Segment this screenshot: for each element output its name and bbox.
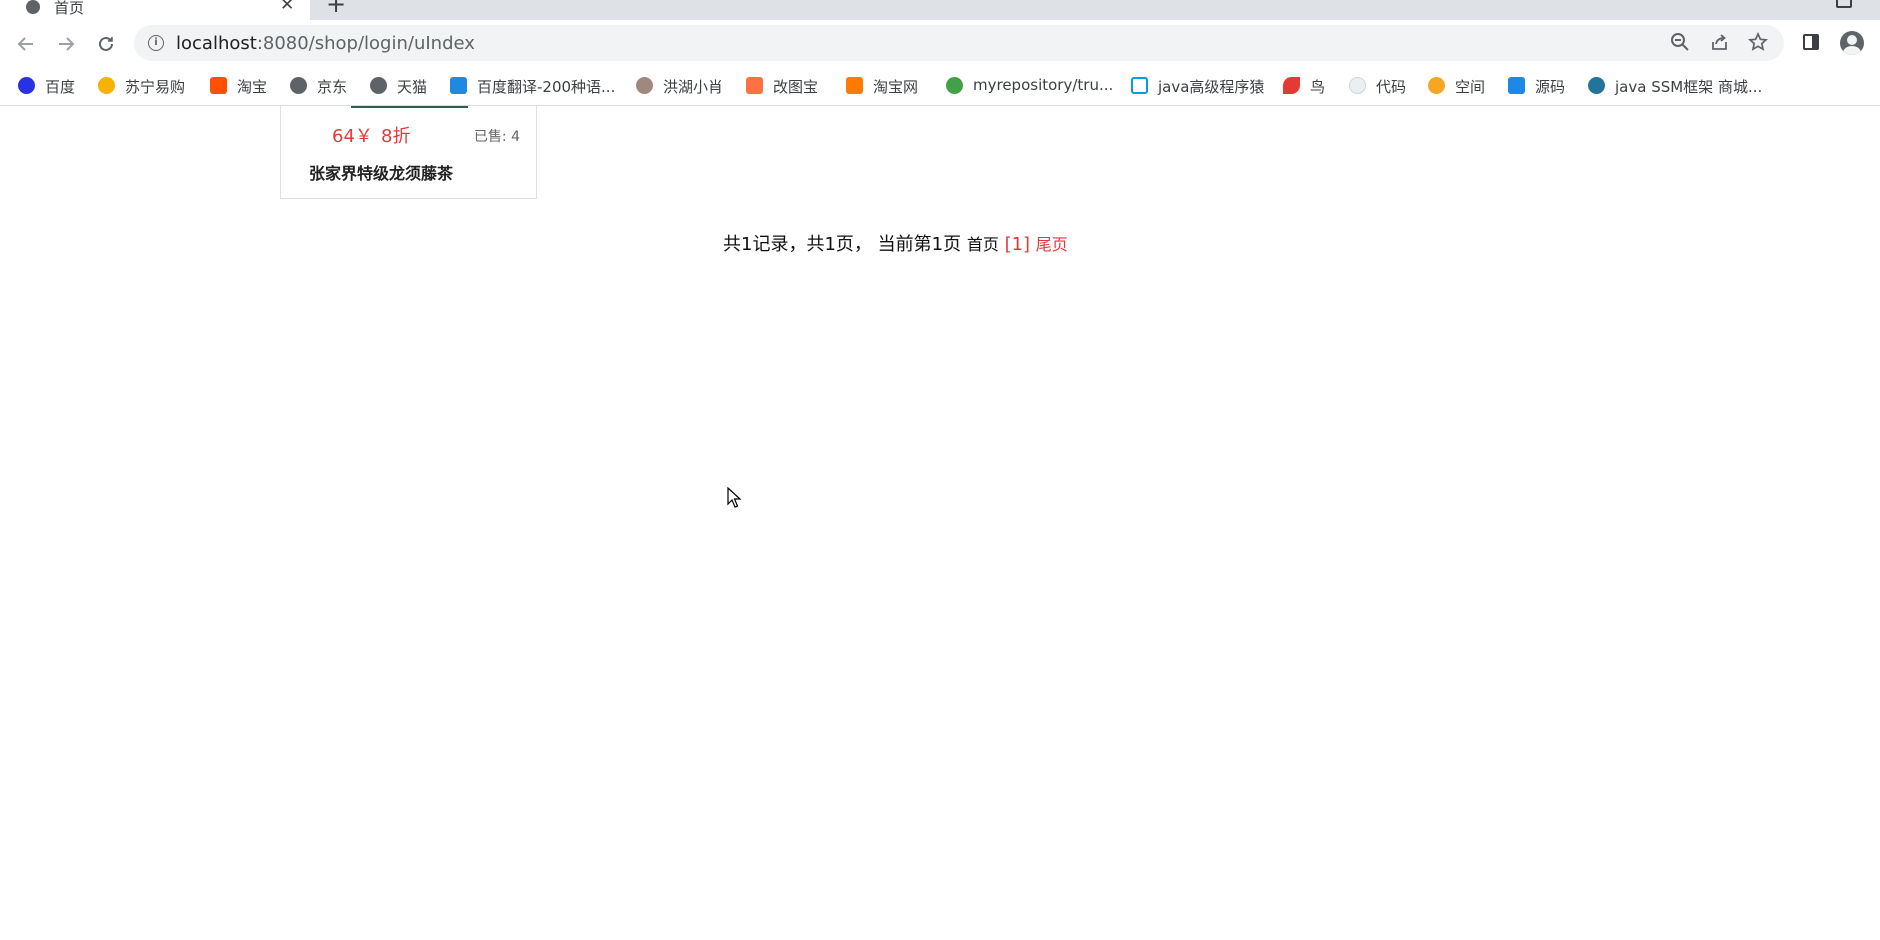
forward-arrow-icon [59,37,75,51]
product-name[interactable]: 张家界特级龙须藤茶 [309,160,453,184]
taobao-icon [210,77,227,94]
globe-icon [290,77,307,94]
card-accent-line [351,106,468,108]
site-info-icon[interactable]: i [148,35,164,51]
product-sold-count: 已售: 4 [473,129,520,145]
tab-favicon-icon [26,0,40,14]
tab-strip: 首页 ✕ + [0,0,1880,20]
pagination-first-link[interactable]: 首页 [967,235,999,254]
side-panel-icon[interactable] [1803,34,1819,50]
qzone-icon [1428,77,1445,94]
active-tab[interactable]: 首页 ✕ [0,0,310,20]
suning-icon [98,77,115,94]
back-button[interactable] [12,30,40,58]
pagination-current-page[interactable]: [1] [1005,234,1031,255]
reload-icon [99,36,113,51]
window-control-icon[interactable] [1836,0,1852,8]
forward-button[interactable] [52,30,80,58]
bookmark-star-icon[interactable] [1748,32,1768,52]
wordpress-icon [1588,77,1605,94]
browser-toolbar: i localhost:8080/shop/login/uIndex [0,20,1880,66]
back-arrow-icon [17,37,33,51]
reload-button[interactable] [92,30,120,58]
product-card[interactable]: 64￥ 8折 已售: 4 张家界特级龙须藤茶 [280,106,537,199]
bird-icon [1283,77,1300,94]
eagle-icon [636,77,653,94]
zoom-out-icon[interactable] [1670,32,1690,52]
url-host: localhost [176,33,257,54]
share-icon[interactable] [1710,32,1730,52]
tab-title: 首页 [54,0,85,17]
bookmarks-bar: 百度 苏宁易购 淘宝 京东 天猫 百度翻译-200种语... 洪湖小肖 改图宝 … [0,66,1880,106]
baidu-icon [18,77,35,94]
pagination: 共1记录，共1页， 当前第1页 首页 [1] 尾页 [723,230,1068,256]
repo-icon [946,77,963,94]
bilibili-icon [1131,77,1148,94]
globe-icon [370,77,387,94]
url-text[interactable]: localhost:8080/shop/login/uIndex [176,33,475,54]
mouse-cursor-icon [727,487,742,508]
tab-close-icon[interactable]: ✕ [280,0,294,15]
address-bar[interactable]: i localhost:8080/shop/login/uIndex [134,25,1784,61]
pagination-last-link[interactable]: 尾页 [1036,235,1068,254]
new-tab-button[interactable]: + [326,0,346,18]
pagination-summary: 共1记录，共1页， 当前第1页 [723,234,967,255]
gaitubao-icon [746,77,763,94]
product-discount: 8折 [381,126,411,147]
profile-avatar-icon[interactable] [1840,31,1864,55]
docker-icon [1508,77,1525,94]
code-icon [1349,77,1366,94]
product-price: 64￥ [332,126,373,147]
taobao-icon [846,77,863,94]
url-path: :8080/shop/login/uIndex [256,33,475,54]
translate-icon [450,77,467,94]
